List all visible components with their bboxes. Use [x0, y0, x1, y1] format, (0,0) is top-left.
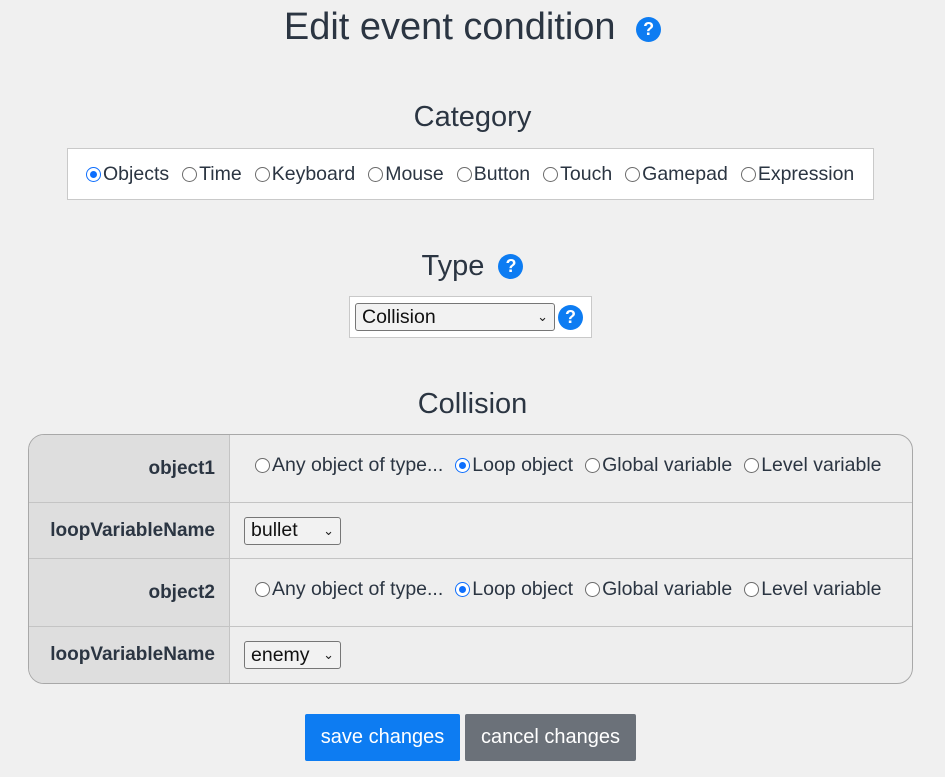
collision-heading: Collision [0, 388, 945, 421]
category-option-label: Gamepad [642, 162, 728, 185]
page-title-text: Edit event condition [283, 6, 616, 48]
category-option-gamepad[interactable]: Gamepad [625, 163, 728, 186]
loop-variable-select-2[interactable]: enemy ⌄ [244, 641, 341, 669]
radio-checked-icon[interactable] [86, 166, 101, 182]
save-changes-button[interactable]: save changes [305, 714, 460, 761]
object1-option-level-variable[interactable]: Level variable [744, 454, 882, 477]
chevron-down-icon: ⌄ [323, 647, 334, 662]
radio-icon[interactable] [744, 582, 760, 597]
category-option-label: Mouse [385, 162, 444, 185]
category-option-expression[interactable]: Expression [740, 162, 855, 186]
param-label: loopVariableName [29, 627, 230, 683]
category-option-objects[interactable]: Objects [86, 163, 169, 186]
param-label: object2 [29, 559, 230, 626]
type-select[interactable]: Collision ⌄ [355, 303, 555, 331]
category-option-touch[interactable]: Touch [543, 163, 612, 186]
object2-option-global-variable[interactable]: Global variable [585, 578, 732, 601]
category-radio-group: Objects Time Keyboard Mouse Button Touch… [67, 148, 874, 200]
select-value: bullet [251, 519, 298, 541]
category-option-label: Keyboard [271, 162, 356, 185]
option-label: Global variable [602, 578, 733, 600]
chevron-down-icon: ⌄ [323, 522, 334, 538]
option-label: Level variable [761, 578, 882, 600]
radio-checked-icon[interactable] [455, 458, 471, 473]
category-option-mouse[interactable]: Mouse [368, 163, 444, 186]
radio-icon[interactable] [255, 582, 270, 597]
radio-icon[interactable] [368, 166, 384, 182]
option-label: Level variable [761, 454, 882, 476]
param-label: object1 [29, 435, 230, 502]
type-select-value: Collision [362, 305, 436, 328]
type-selector-box: Collision ⌄ ? [349, 296, 592, 338]
category-option-label: Time [199, 162, 242, 185]
option-label: Loop object [472, 454, 574, 476]
category-option-label: Expression [757, 162, 855, 185]
category-option-label: Objects [103, 162, 170, 185]
chevron-down-icon: ⌄ [537, 309, 548, 324]
option-label: Any object of type... [272, 578, 444, 600]
param-label: loopVariableName [29, 503, 230, 558]
param-value: enemy ⌄ [230, 627, 912, 683]
radio-icon[interactable] [625, 166, 641, 182]
param-row-loop-variable-2: loopVariableName enemy ⌄ [29, 627, 912, 683]
object1-radio-group: Any object of type... Loop object Global… [230, 435, 912, 502]
param-value: bullet ⌄ [230, 503, 912, 558]
category-heading-text: Category [413, 101, 532, 133]
radio-icon[interactable] [740, 166, 756, 182]
object1-option-any-object[interactable]: Any object of type... [255, 454, 443, 477]
category-option-keyboard[interactable]: Keyboard [254, 162, 356, 186]
page-title: Edit event condition ? [0, 6, 945, 49]
cancel-changes-button[interactable]: cancel changes [465, 714, 636, 761]
radio-icon[interactable] [585, 582, 601, 597]
select-value: enemy [251, 643, 310, 666]
object2-option-level-variable[interactable]: Level variable [744, 578, 882, 601]
type-help-icon[interactable]: ? [498, 253, 524, 279]
radio-icon[interactable] [182, 166, 198, 182]
help-icon[interactable]: ? [636, 16, 662, 42]
object1-option-loop-object[interactable]: Loop object [455, 454, 573, 477]
object2-radio-group: Any object of type... Loop object Global… [230, 559, 912, 626]
type-heading: Type ? [0, 250, 945, 283]
category-option-time[interactable]: Time [182, 163, 242, 186]
object2-option-any-object[interactable]: Any object of type... [255, 578, 443, 601]
category-option-button[interactable]: Button [456, 162, 531, 186]
category-option-label: Touch [560, 162, 613, 185]
radio-icon[interactable] [255, 458, 270, 473]
radio-checked-icon[interactable] [455, 582, 471, 597]
collision-heading-text: Collision [417, 388, 528, 420]
object1-option-global-variable[interactable]: Global variable [585, 454, 732, 477]
option-label: Any object of type... [272, 454, 444, 476]
radio-icon[interactable] [543, 166, 559, 182]
category-option-label: Button [473, 162, 531, 185]
loop-variable-select-1[interactable]: bullet ⌄ [244, 516, 341, 545]
radio-icon[interactable] [744, 458, 760, 473]
category-heading: Category [0, 101, 945, 134]
radio-icon[interactable] [585, 458, 601, 473]
param-row-object1: object1 Any object of type... Loop objec… [29, 435, 912, 503]
type-select-help-icon[interactable]: ? [558, 304, 583, 330]
param-row-loop-variable-1: loopVariableName bullet ⌄ [29, 503, 912, 559]
option-label: Global variable [602, 454, 733, 476]
radio-icon[interactable] [254, 166, 270, 182]
option-label: Loop object [472, 578, 574, 600]
collision-params-table: object1 Any object of type... Loop objec… [28, 434, 913, 684]
param-row-object2: object2 Any object of type... Loop objec… [29, 559, 912, 627]
object2-option-loop-object[interactable]: Loop object [455, 578, 573, 601]
type-heading-text: Type [421, 250, 485, 282]
radio-icon[interactable] [456, 166, 472, 182]
